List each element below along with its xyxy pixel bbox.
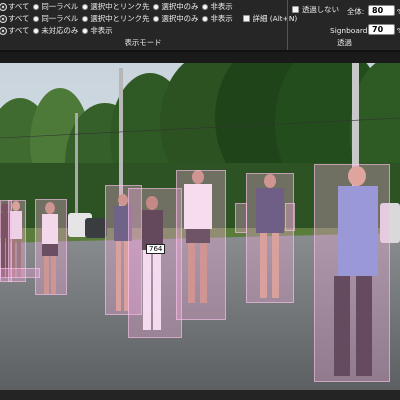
- option-label: 選択中とリンク先: [90, 1, 150, 11]
- option-label: すべて: [8, 13, 30, 23]
- radio-button[interactable]: [202, 3, 209, 10]
- radio-button[interactable]: [202, 15, 209, 22]
- radio-option[interactable]: 選択中のみ: [153, 13, 199, 23]
- option-label: 非表示: [210, 1, 233, 11]
- bounding-box[interactable]: [246, 173, 294, 303]
- bounding-box[interactable]: [285, 203, 295, 231]
- bounding-box[interactable]: [176, 170, 226, 320]
- transparency-label: 透過: [337, 38, 352, 47]
- option-label: 非表示: [90, 25, 113, 35]
- bounding-box[interactable]: [0, 268, 40, 278]
- radio-option[interactable]: 同一ラベル: [33, 13, 79, 23]
- option-label: 未対応のみ: [41, 25, 79, 35]
- radio-option[interactable]: 非表示: [202, 1, 233, 11]
- radio-option[interactable]: 選択中とリンク先: [82, 13, 150, 23]
- option-label: 同一ラベル: [41, 13, 79, 23]
- radio-option[interactable]: すべて: [0, 25, 30, 35]
- radio-button[interactable]: [82, 27, 89, 34]
- option-label: すべて: [8, 1, 30, 11]
- radio-option[interactable]: 非表示: [82, 25, 113, 35]
- no-transparency-checkbox[interactable]: [292, 6, 299, 14]
- option-label: すべて: [8, 25, 30, 35]
- status-bar: [0, 390, 400, 400]
- radio-option[interactable]: 選択中とリンク先: [82, 1, 150, 11]
- radio-option[interactable]: 選択中のみ: [153, 1, 199, 11]
- utility-pole: [75, 113, 78, 213]
- radio-button[interactable]: [153, 3, 160, 10]
- radio-button[interactable]: [0, 15, 6, 22]
- option-label: 選択中のみ: [161, 1, 199, 11]
- radio-button[interactable]: [82, 15, 89, 22]
- option-label: 非表示: [210, 13, 233, 23]
- bounding-box[interactable]: [35, 199, 67, 295]
- overall-label: 全体:: [347, 7, 365, 16]
- bounding-box[interactable]: [314, 164, 390, 382]
- radio-option[interactable]: すべて: [0, 13, 30, 23]
- bounding-box[interactable]: [235, 203, 247, 233]
- option-label: 同一ラベル: [41, 1, 79, 11]
- display-mode-row-1: すべて 同一ラベル 選択中とリンク先 選択中のみ 非表示: [0, 1, 237, 12]
- signboard-transparency-input[interactable]: [368, 24, 395, 35]
- radio-button[interactable]: [153, 15, 160, 22]
- display-mode-panel: すべて 同一ラベル 選択中とリンク先 選択中のみ 非表示 すべて 同一ラベル 選択中とリンク…: [0, 0, 297, 50]
- radio-option[interactable]: 未対応のみ: [33, 25, 79, 35]
- no-transparency-option[interactable]: 透過しない: [292, 6, 339, 13]
- radio-option[interactable]: すべて: [0, 1, 30, 11]
- parked-car: [85, 218, 107, 238]
- radio-button[interactable]: [33, 3, 40, 10]
- display-mode-row-3: すべて 未対応のみ 非表示: [0, 25, 117, 36]
- bounding-box[interactable]: [128, 188, 182, 338]
- option-label: 選択中とリンク先: [90, 13, 150, 23]
- signboard-label: Signboard:: [330, 26, 370, 35]
- image-canvas[interactable]: 764: [0, 63, 400, 390]
- no-transparency-label: 透過しない: [302, 5, 339, 14]
- annotation-toolbar: すべて 同一ラベル 選択中とリンク先 選択中のみ 非表示 すべて 同一ラベル 選択中とリンク…: [0, 0, 400, 50]
- checkbox[interactable]: [242, 15, 250, 22]
- radio-option[interactable]: 非表示: [202, 13, 233, 23]
- radio-button[interactable]: [33, 27, 40, 34]
- radio-button[interactable]: [0, 27, 6, 34]
- display-mode-row-2: すべて 同一ラベル 選択中とリンク先 選択中のみ 非表示 詳細 (Alt+N): [0, 13, 301, 24]
- toolbar-gap: [0, 52, 400, 63]
- transparency-panel: 透過しない 全体: % Signboard: % 透過: [287, 0, 400, 50]
- option-label: 選択中のみ: [161, 13, 199, 23]
- radio-button[interactable]: [82, 3, 89, 10]
- radio-button[interactable]: [33, 15, 40, 22]
- radio-button[interactable]: [0, 3, 6, 10]
- bib-label: 764: [146, 244, 166, 254]
- display-mode-label: 表示モード: [124, 38, 162, 47]
- radio-option[interactable]: 同一ラベル: [33, 1, 79, 11]
- overall-transparency-input[interactable]: [368, 5, 395, 16]
